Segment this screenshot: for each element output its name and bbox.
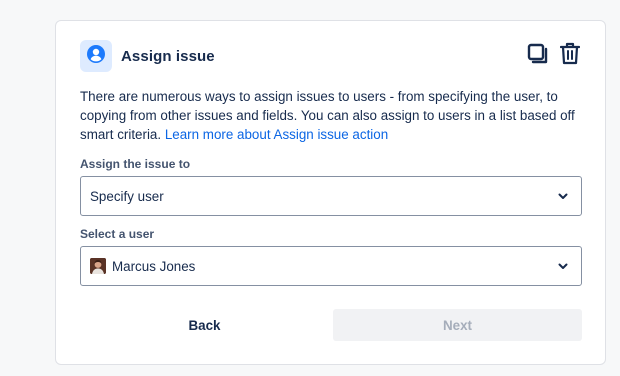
- assign-select[interactable]: Specify user: [80, 176, 582, 216]
- user-circle-icon: [86, 44, 106, 69]
- chevron-down-icon: [557, 190, 569, 202]
- next-button[interactable]: Next: [333, 309, 582, 341]
- assign-issue-card: Assign issue There are numerous ways to …: [55, 20, 606, 365]
- user-avatar: [90, 258, 106, 274]
- copy-button[interactable]: [527, 43, 549, 70]
- learn-more-link[interactable]: Learn more about Assign issue action: [165, 127, 388, 142]
- card-title: Assign issue: [121, 47, 215, 65]
- assign-select-value: Specify user: [90, 188, 164, 204]
- back-button[interactable]: Back: [80, 309, 329, 341]
- card-header: Assign issue: [80, 40, 581, 72]
- user-select[interactable]: Marcus Jones: [80, 246, 582, 286]
- delete-button[interactable]: [559, 42, 581, 70]
- trash-icon: [559, 42, 581, 70]
- user-field-label: Select a user: [80, 227, 155, 241]
- user-select-value: Marcus Jones: [112, 258, 196, 274]
- header-actions: [527, 42, 581, 70]
- assign-field-label: Assign the issue to: [80, 157, 191, 171]
- description: There are numerous ways to assign issues…: [80, 87, 580, 144]
- chevron-down-icon: [557, 260, 569, 272]
- copy-icon: [527, 43, 549, 70]
- card-footer: Back Next: [80, 309, 582, 341]
- action-icon-container: [80, 40, 112, 72]
